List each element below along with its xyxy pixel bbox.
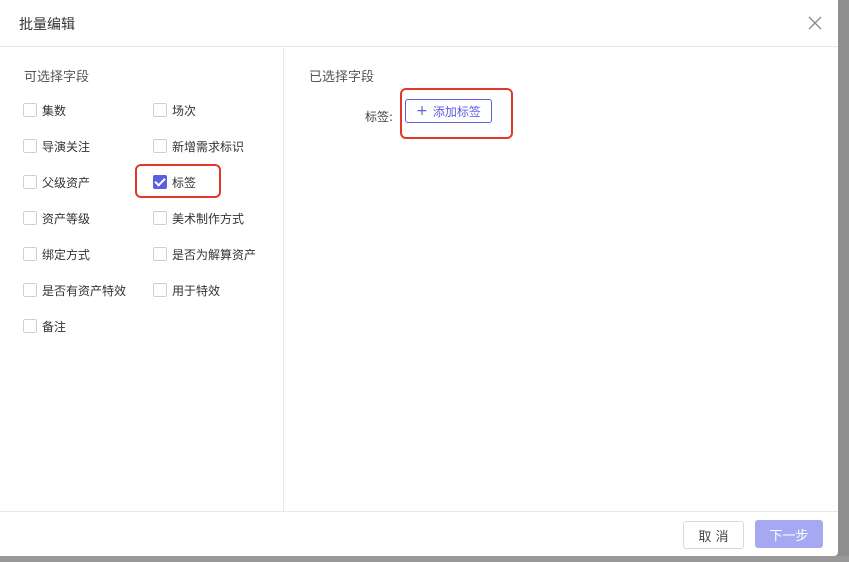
field-label: 资产等级: [42, 211, 91, 226]
field-checkbox-scene[interactable]: 场次: [153, 101, 196, 119]
field-label: 是否有资产特效: [42, 283, 127, 298]
checkbox-icon[interactable]: [23, 283, 37, 297]
plus-icon: +: [416, 103, 428, 119]
add-tag-label: 添加标签: [432, 104, 481, 119]
batch-edit-dialog: 批量编辑 可选择字段 集数 场次 导演关注 新增需求标识 父级资产 标签 资产等…: [0, 0, 838, 556]
checkbox-icon[interactable]: [23, 247, 37, 261]
backdrop-overlay: [838, 0, 849, 556]
checkbox-icon[interactable]: [23, 319, 37, 333]
field-checkbox-has-effects[interactable]: 是否有资产特效: [23, 281, 126, 299]
field-label: 导演关注: [42, 139, 91, 154]
field-label: 用于特效: [172, 283, 221, 298]
field-label: 备注: [42, 319, 67, 334]
tags-field-label: 标签:: [365, 110, 394, 124]
dialog-footer: 取 消 下一步: [0, 511, 838, 556]
field-checkbox-for-effects[interactable]: 用于特效: [153, 281, 220, 299]
checkbox-icon[interactable]: [153, 283, 167, 297]
field-checkbox-new-requirement[interactable]: 新增需求标识: [153, 137, 244, 155]
checkbox-icon[interactable]: [23, 139, 37, 153]
field-label: 绑定方式: [42, 247, 91, 262]
dialog-title: 批量编辑: [19, 17, 75, 33]
checkbox-icon[interactable]: [153, 247, 167, 261]
field-checkbox-solver-asset[interactable]: 是否为解算资产: [153, 245, 256, 263]
backdrop-overlay-bottom: [0, 556, 849, 562]
checkbox-icon[interactable]: [23, 103, 37, 117]
checkbox-icon[interactable]: [153, 211, 167, 225]
field-label: 是否为解算资产: [172, 247, 257, 262]
selected-fields-title: 已选择字段: [309, 70, 375, 85]
field-checkbox-parent-asset[interactable]: 父级资产: [23, 173, 90, 191]
field-checkbox-director-focus[interactable]: 导演关注: [23, 137, 90, 155]
checkbox-icon[interactable]: [23, 211, 37, 225]
field-checkbox-tags[interactable]: 标签: [153, 173, 196, 191]
selected-fields-panel: 已选择字段 标签: + 添加标签: [285, 48, 838, 511]
available-fields-panel: 可选择字段 集数 场次 导演关注 新增需求标识 父级资产 标签 资产等级 美术制…: [0, 48, 284, 511]
field-label: 场次: [172, 103, 197, 118]
field-checkbox-notes[interactable]: 备注: [23, 317, 66, 335]
checkbox-icon[interactable]: [23, 175, 37, 189]
field-checkbox-binding-method[interactable]: 绑定方式: [23, 245, 90, 263]
field-checkbox-art-method[interactable]: 美术制作方式: [153, 209, 244, 227]
checkbox-icon[interactable]: [153, 139, 167, 153]
next-step-button[interactable]: 下一步: [755, 520, 823, 548]
field-label: 标签: [172, 175, 197, 190]
field-checkbox-episodes[interactable]: 集数: [23, 101, 66, 119]
available-fields-title: 可选择字段: [24, 70, 90, 85]
field-label: 集数: [42, 103, 67, 118]
close-icon[interactable]: [806, 14, 824, 32]
field-label: 父级资产: [42, 175, 91, 190]
field-label: 新增需求标识: [172, 139, 245, 154]
cancel-button[interactable]: 取 消: [683, 521, 744, 549]
checkbox-icon[interactable]: [153, 103, 167, 117]
field-checkbox-asset-level[interactable]: 资产等级: [23, 209, 90, 227]
add-tag-button[interactable]: + 添加标签: [405, 99, 492, 123]
field-label: 美术制作方式: [172, 211, 245, 226]
checkbox-checked-icon[interactable]: [153, 175, 167, 189]
dialog-header: 批量编辑: [0, 0, 838, 47]
